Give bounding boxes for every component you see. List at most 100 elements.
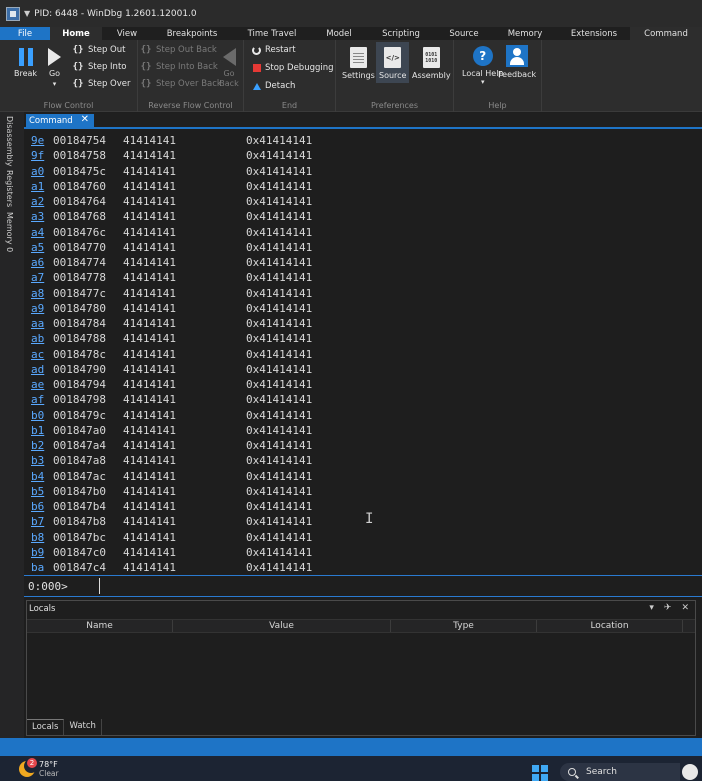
tab-command-window[interactable]: Command ✕ bbox=[26, 114, 94, 128]
break-button[interactable]: Break bbox=[14, 48, 37, 78]
tab-time-travel[interactable]: Time Travel bbox=[232, 27, 312, 40]
row-value: 41414141 bbox=[123, 347, 176, 361]
row-index-link[interactable]: b7 bbox=[31, 515, 53, 528]
pin-icon[interactable]: ✈ bbox=[664, 603, 672, 613]
pen-icon[interactable] bbox=[682, 764, 698, 780]
tab-breakpoints[interactable]: Breakpoints bbox=[152, 27, 232, 40]
row-index-link[interactable]: a6 bbox=[31, 256, 53, 269]
row-index-link[interactable]: a0 bbox=[31, 165, 53, 178]
weather-condition: Clear bbox=[39, 769, 59, 778]
row-index-link[interactable]: ab bbox=[31, 332, 53, 345]
row-index-link[interactable]: b0 bbox=[31, 409, 53, 422]
side-tab-memory-0[interactable]: Memory 0 bbox=[5, 212, 14, 252]
chevron-down-icon[interactable]: ▼ bbox=[24, 9, 30, 18]
command-input[interactable] bbox=[99, 578, 697, 594]
row-index-link[interactable]: b8 bbox=[31, 531, 53, 544]
column-location[interactable]: Location bbox=[537, 620, 683, 632]
windows-start-icon[interactable] bbox=[532, 765, 548, 781]
tab-file[interactable]: File bbox=[0, 27, 50, 40]
row-index-link[interactable]: a5 bbox=[31, 241, 53, 254]
row-index-link[interactable]: 9e bbox=[31, 134, 53, 147]
row-index-link[interactable]: 9f bbox=[31, 149, 53, 162]
tab-memory[interactable]: Memory bbox=[492, 27, 558, 40]
step-out-button[interactable]: {} Step Out bbox=[72, 45, 126, 55]
chevron-down-icon[interactable]: ▾ bbox=[481, 78, 485, 86]
row-address: 0018478c bbox=[53, 347, 106, 361]
restart-button[interactable]: Restart bbox=[252, 45, 296, 55]
tab-view[interactable]: View bbox=[102, 27, 152, 40]
row-index-link[interactable]: ba bbox=[31, 561, 53, 571]
row-index-link[interactable]: aa bbox=[31, 317, 53, 330]
close-icon[interactable]: ✕ bbox=[681, 603, 689, 613]
row-hex-value: 0x41414141 bbox=[246, 423, 313, 437]
taskbar-search[interactable]: Search bbox=[560, 763, 680, 781]
row-index-link[interactable]: a8 bbox=[31, 287, 53, 300]
tab-source[interactable]: Source bbox=[436, 27, 492, 40]
step-over-button[interactable]: {} Step Over bbox=[72, 79, 131, 89]
ribbon: Break Go ▾ {} Step Out {} Step Into {} S… bbox=[0, 40, 702, 112]
tab-model[interactable]: Model bbox=[312, 27, 366, 40]
step-into-back-button[interactable]: {} Step Into Back bbox=[140, 62, 218, 72]
left-side-tabs: Disassembly Registers Memory 0 bbox=[0, 112, 24, 738]
close-icon[interactable]: ✕ bbox=[81, 114, 89, 125]
go-button[interactable]: Go ▾ bbox=[48, 48, 61, 88]
row-index-link[interactable]: b5 bbox=[31, 485, 53, 498]
side-tab-disassembly[interactable]: Disassembly bbox=[5, 116, 14, 167]
row-index-link[interactable]: b3 bbox=[31, 454, 53, 467]
row-index-link[interactable]: af bbox=[31, 393, 53, 406]
row-index-link[interactable]: a2 bbox=[31, 195, 53, 208]
column-name[interactable]: Name bbox=[27, 620, 173, 632]
output-row: b4 001847ac 41414141 0x41414141 bbox=[31, 470, 312, 485]
side-tab-registers[interactable]: Registers bbox=[5, 170, 14, 207]
row-value: 41414141 bbox=[123, 545, 176, 559]
row-index-link[interactable]: ad bbox=[31, 363, 53, 376]
step-over-back-button[interactable]: {} Step Over Back bbox=[140, 79, 222, 89]
row-index-link[interactable]: a7 bbox=[31, 271, 53, 284]
row-index-link[interactable]: a1 bbox=[31, 180, 53, 193]
weather-widget[interactable]: 2 78°F Clear bbox=[19, 758, 59, 778]
row-index-link[interactable]: a9 bbox=[31, 302, 53, 315]
windbg-app-icon[interactable] bbox=[6, 6, 20, 21]
step-into-button[interactable]: {} Step Into bbox=[72, 62, 127, 72]
column-type[interactable]: Type bbox=[391, 620, 537, 632]
assembly-button[interactable]: 0101 1010 Assembly bbox=[412, 47, 451, 80]
row-index-link[interactable]: b2 bbox=[31, 439, 53, 452]
feedback-button[interactable]: Feedback bbox=[498, 45, 536, 79]
command-input-row: 0:000> bbox=[24, 575, 702, 597]
row-index-link[interactable]: b6 bbox=[31, 500, 53, 513]
tab-scripting[interactable]: Scripting bbox=[366, 27, 436, 40]
row-value: 41414141 bbox=[123, 408, 176, 422]
row-value: 41414141 bbox=[123, 423, 176, 437]
stop-icon bbox=[253, 64, 261, 72]
row-hex-value: 0x41414141 bbox=[246, 179, 313, 193]
source-button[interactable]: </> Source bbox=[376, 42, 410, 83]
command-output[interactable]: 9e 00184754 41414141 0x41414141 9f 00184758 41… bbox=[24, 131, 702, 571]
tab-watch[interactable]: Watch bbox=[64, 719, 102, 735]
chevron-down-icon[interactable]: ▾ bbox=[53, 80, 57, 88]
row-index-link[interactable]: b4 bbox=[31, 470, 53, 483]
row-index-link[interactable]: a3 bbox=[31, 210, 53, 223]
row-address: 00184780 bbox=[53, 301, 106, 315]
row-index-link[interactable]: b9 bbox=[31, 546, 53, 559]
detach-button[interactable]: Detach bbox=[253, 81, 295, 91]
row-hex-value: 0x41414141 bbox=[246, 454, 313, 468]
chevron-down-icon[interactable]: ▾ bbox=[649, 603, 654, 613]
row-index-link[interactable]: b1 bbox=[31, 424, 53, 437]
tab-locals[interactable]: Locals bbox=[27, 719, 65, 735]
tab-extensions[interactable]: Extensions bbox=[558, 27, 630, 40]
locals-panel: Locals ▾ ✈ ✕ Name Value Type Location Lo… bbox=[26, 600, 696, 736]
row-index-link[interactable]: ae bbox=[31, 378, 53, 391]
row-address: 00184790 bbox=[53, 362, 106, 376]
row-index-link[interactable]: a4 bbox=[31, 226, 53, 239]
tab-home[interactable]: Home bbox=[50, 27, 102, 40]
settings-button[interactable]: Settings bbox=[342, 47, 375, 80]
output-row: b0 0018479c 41414141 0x41414141 bbox=[31, 409, 312, 424]
row-index-link[interactable]: ac bbox=[31, 348, 53, 361]
row-value: 41414141 bbox=[123, 332, 176, 346]
stop-debugging-button[interactable]: Stop Debugging bbox=[253, 63, 334, 73]
tab-command[interactable]: Command bbox=[630, 27, 702, 40]
go-back-button[interactable]: Go Back bbox=[218, 48, 240, 89]
column-value[interactable]: Value bbox=[173, 620, 391, 632]
step-out-back-button[interactable]: {} Step Out Back bbox=[140, 45, 217, 55]
output-row: b8 001847bc 41414141 0x41414141 bbox=[31, 531, 312, 546]
